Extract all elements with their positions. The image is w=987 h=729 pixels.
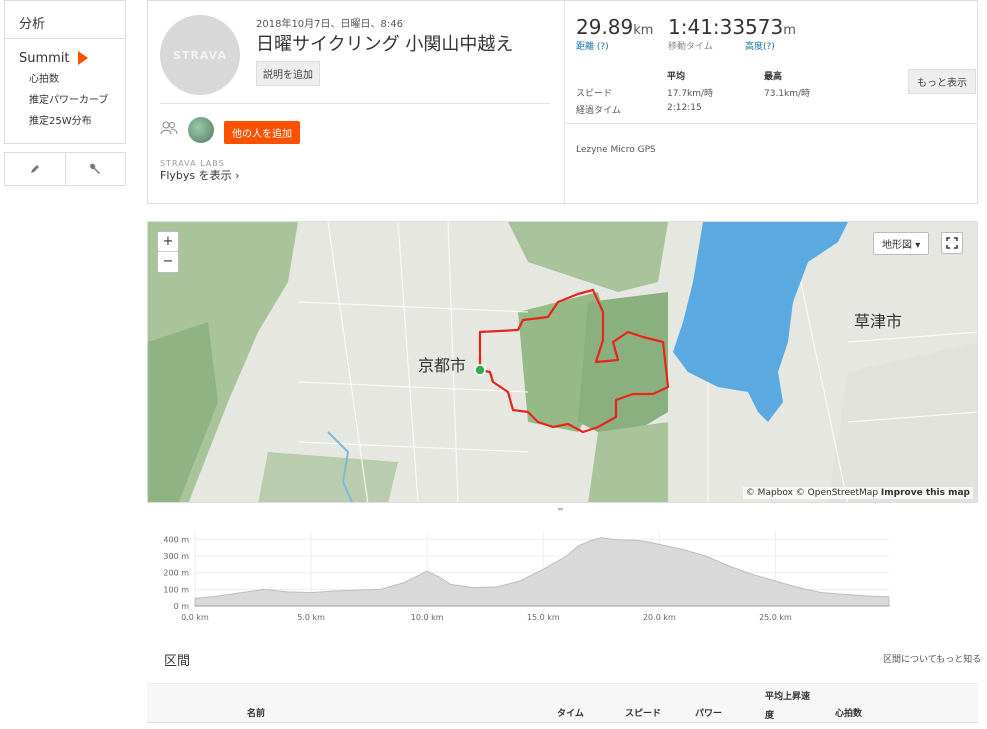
avatar-logo-text: STRAVA <box>173 48 227 62</box>
elevation-chart[interactable]: 0 m 100 m 200 m 300 m 400 m 0.0 km 5.0 km 10.0 … <box>147 511 978 631</box>
edit-button[interactable] <box>5 153 66 185</box>
elevation-svg: 0 m 100 m 200 m 300 m 400 m 0.0 km 5.0 km 10.0 … <box>163 531 890 622</box>
summit-chevron-icon <box>77 51 88 65</box>
col-vam[interactable]: 平均上昇速度 <box>765 689 810 721</box>
elapsed-label: 経過タイム <box>576 106 621 116</box>
map-canvas <box>148 222 977 502</box>
segments-help-link[interactable]: 区間についてもっと知る <box>883 652 981 665</box>
show-more-button[interactable]: もっと表示 <box>908 69 976 94</box>
device-name: Lezyne Micro GPS <box>576 145 656 155</box>
stat-moving-time: 1:41:33 移動タイム <box>668 15 745 52</box>
stat-distance: 29.89km 距離 (?) <box>576 15 653 52</box>
wrench-icon <box>90 163 101 174</box>
stat-elevation: 573m 高度(?) <box>745 15 796 52</box>
x-tick-label: 20.0 km <box>643 613 676 622</box>
divider <box>160 103 550 104</box>
athlete-avatar[interactable]: STRAVA <box>160 15 240 95</box>
y-tick-label: 100 m <box>163 585 189 594</box>
start-marker <box>474 364 486 376</box>
x-tick-label: 5.0 km <box>297 613 325 622</box>
vertical-divider <box>564 1 565 205</box>
add-others-button[interactable]: 他の人を追加 <box>224 121 300 144</box>
sidebar-link-power-distribution[interactable]: 推定25W分布 <box>5 111 125 132</box>
flybys-link[interactable]: Flybys を表示 › <box>160 167 240 183</box>
col-heartrate[interactable]: 心拍数 <box>835 706 862 719</box>
zoom-out-button[interactable]: − <box>158 252 178 272</box>
sidebar-link-power-curve[interactable]: 推定パワーカーブ <box>5 90 125 111</box>
sidebar-analysis[interactable]: 分析 <box>5 1 125 39</box>
pencil-icon <box>30 165 39 173</box>
sidebar-tools <box>4 152 126 186</box>
fullscreen-button[interactable] <box>941 232 963 254</box>
speed-average: 17.7km/時 <box>667 89 714 99</box>
segments-title: 区間 <box>164 654 191 669</box>
distance-value: 29.89 <box>576 15 634 39</box>
y-tick-label: 300 m <box>163 552 189 561</box>
companion-avatar[interactable] <box>188 117 214 143</box>
settings-button[interactable] <box>66 153 126 185</box>
map-label-kyoto: 京都市 <box>418 356 467 375</box>
x-tick-label: 25.0 km <box>759 613 792 622</box>
group-icon <box>160 121 178 135</box>
distance-unit: km <box>633 23 654 38</box>
elapsed-value: 2:12:15 <box>667 103 702 113</box>
x-tick-label: 10.0 km <box>411 613 444 622</box>
col-time[interactable]: タイム <box>557 706 584 719</box>
zoom-in-button[interactable]: + <box>158 232 178 252</box>
divider <box>564 123 978 124</box>
col-average: 平均 <box>667 72 686 82</box>
flybys-label: Flybys を表示 <box>160 169 232 182</box>
sidebar-link-heartrate[interactable]: 心拍数 <box>5 69 125 90</box>
add-description-button[interactable]: 説明を追加 <box>256 61 320 86</box>
activity-title: 日曜サイクリング 小関山中越え <box>256 34 514 55</box>
moving-time-label: 移動タイム <box>668 42 713 52</box>
activity-datetime: 2018年10月7日、日曜日、8:46 <box>256 19 403 30</box>
activity-summary-card: STRAVA 2018年10月7日、日曜日、8:46 日曜サイクリング 小関山中… <box>147 0 978 205</box>
zoom-controls: + − <box>157 231 179 273</box>
y-tick-label: 400 m <box>163 535 189 544</box>
caret-down-icon: ▾ <box>915 240 921 251</box>
summit-label: Summit <box>19 50 70 66</box>
col-max: 最高 <box>764 72 783 82</box>
y-tick-label: 200 m <box>163 569 189 578</box>
speed-max: 73.1km/時 <box>764 89 811 99</box>
route-map[interactable]: + − 地形図 ▾ 京都市 草津市 © Mapbox © OpenStreetM… <box>147 221 978 503</box>
improve-map-link[interactable]: Improve this map <box>881 488 970 498</box>
y-tick-label: 0 m <box>174 602 190 611</box>
x-tick-label: 15.0 km <box>527 613 560 622</box>
map-label-kusatsu: 草津市 <box>854 312 903 331</box>
distance-label[interactable]: 距離 (?) <box>576 39 653 52</box>
x-tick-label: 0.0 km <box>181 613 209 622</box>
col-power[interactable]: パワー <box>695 706 722 719</box>
sidebar-summit[interactable]: Summit <box>5 39 125 69</box>
col-name[interactable]: 名前 <box>247 706 265 719</box>
elevation-label[interactable]: 高度(?) <box>745 39 796 52</box>
elevation-area <box>194 537 890 607</box>
speed-label: スピード <box>576 89 613 99</box>
map-attribution[interactable]: © Mapbox © OpenStreetMap Improve this ma… <box>742 487 973 499</box>
sidebar: 分析 Summit 心拍数 推定パワーカーブ 推定25W分布 <box>4 0 126 144</box>
attribution-osm: © Mapbox © OpenStreetMap <box>745 488 879 498</box>
col-speed[interactable]: スピード <box>625 706 661 719</box>
elevation-unit: m <box>783 23 796 38</box>
expand-icon <box>946 237 958 249</box>
col-vam-line2: 度 <box>765 711 775 721</box>
map-type-select[interactable]: 地形図 ▾ <box>873 232 930 255</box>
elevation-value: 573 <box>745 15 784 39</box>
moving-time-value: 1:41:33 <box>668 15 746 39</box>
map-type-label: 地形図 <box>882 240 912 251</box>
col-vam-line1: 平均上昇速 <box>765 692 811 702</box>
chevron-right-icon: › <box>235 169 240 182</box>
segments-table-header: 名前 タイム スピード パワー 平均上昇速度 心拍数 <box>147 683 978 723</box>
